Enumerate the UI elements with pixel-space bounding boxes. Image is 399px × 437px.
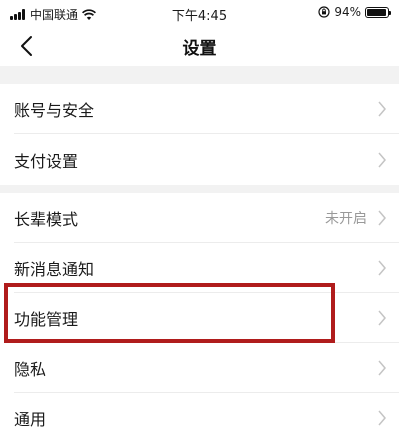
settings-item-notifications[interactable]: 新消息通知 [0,243,399,293]
row-divider [14,133,399,134]
battery-fill [367,8,386,16]
settings-item-account-security[interactable]: 账号与安全 [0,84,399,134]
battery-icon [365,6,391,18]
settings-item-payment[interactable]: 支付设置 [0,135,399,185]
settings-item-label: 新消息通知 [14,260,95,279]
status-bar: 中国联通 下午4:45 94% [0,0,399,26]
chevron-right-icon [378,152,386,168]
settings-item-label: 支付设置 [14,152,79,171]
battery-percent: 94% [334,5,361,19]
chevron-right-icon [378,101,386,117]
chevron-right-icon [378,260,386,276]
section-divider [0,66,399,84]
nav-bar: 设置 [0,26,399,66]
settings-item-label: 功能管理 [14,310,79,329]
settings-item-label: 账号与安全 [14,101,95,120]
chevron-right-icon [378,310,386,326]
settings-item-general[interactable]: 通用 [0,393,399,437]
settings-item-elder-mode[interactable]: 长辈模式 未开启 [0,193,399,243]
elder-mode-status: 未开启 [325,211,367,227]
settings-item-feature-management[interactable]: 功能管理 [0,293,399,343]
settings-item-label: 长辈模式 [14,210,79,229]
settings-item-label: 隐私 [14,360,47,379]
status-right: 94% [318,5,391,19]
page-title: 设置 [182,39,217,59]
settings-item-label: 通用 [14,410,47,429]
chevron-right-icon [378,360,386,376]
chevron-right-icon [378,410,386,426]
rotation-lock-icon [318,6,330,18]
chevron-right-icon [378,210,386,226]
section-divider [0,185,399,193]
settings-item-privacy[interactable]: 隐私 [0,343,399,393]
